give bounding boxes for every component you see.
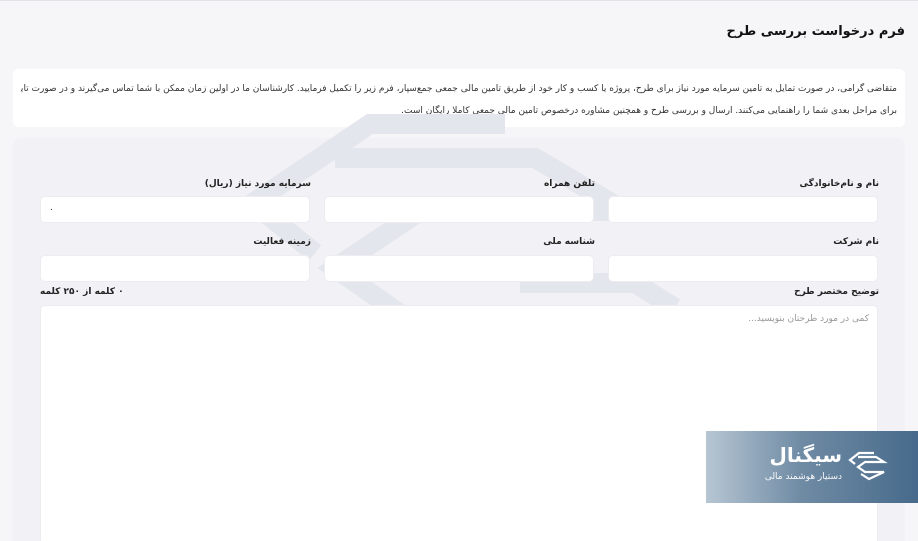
brand-badge: سیگنال دستیار هوشمند مالی bbox=[706, 431, 918, 503]
capital-label: سرمایه مورد نیاز (ریال) bbox=[204, 179, 311, 189]
phone-input[interactable] bbox=[324, 196, 594, 223]
page-title: فرم درخواست بررسی طرح bbox=[726, 24, 905, 39]
brand-name: سیگنال bbox=[769, 443, 843, 467]
capital-input[interactable] bbox=[40, 196, 310, 223]
intro-line-1: متقاضی گرامی، در صورت تمایل به تامین سرم… bbox=[21, 84, 897, 94]
national-id-input[interactable] bbox=[324, 255, 594, 282]
activity-field-input[interactable] bbox=[40, 255, 310, 282]
signal-logo-icon bbox=[848, 451, 888, 481]
company-name-input[interactable] bbox=[608, 255, 878, 282]
phone-label: تلفن همراه bbox=[543, 179, 595, 189]
intro-text-box: متقاضی گرامی، در صورت تمایل به تامین سرم… bbox=[13, 69, 905, 127]
full-name-label: نام و نام‌خانوادگی bbox=[799, 179, 879, 189]
intro-line-2: برای مراحل بعدی شما را راهنمایی می‌کنند.… bbox=[401, 106, 897, 116]
brand-tagline: دستیار هوشمند مالی bbox=[764, 472, 842, 482]
description-label: توضیح مختصر طرح bbox=[794, 287, 879, 297]
activity-field-label: زمینه فعالیت bbox=[253, 237, 311, 247]
word-counter: ۰ کلمه از ۲۵۰ کلمه bbox=[40, 287, 124, 297]
description-textarea[interactable] bbox=[40, 305, 878, 541]
full-name-input[interactable] bbox=[608, 196, 878, 223]
national-id-label: شناسه ملی bbox=[543, 237, 595, 247]
company-name-label: نام شرکت bbox=[833, 237, 879, 247]
top-divider bbox=[0, 0, 918, 1]
